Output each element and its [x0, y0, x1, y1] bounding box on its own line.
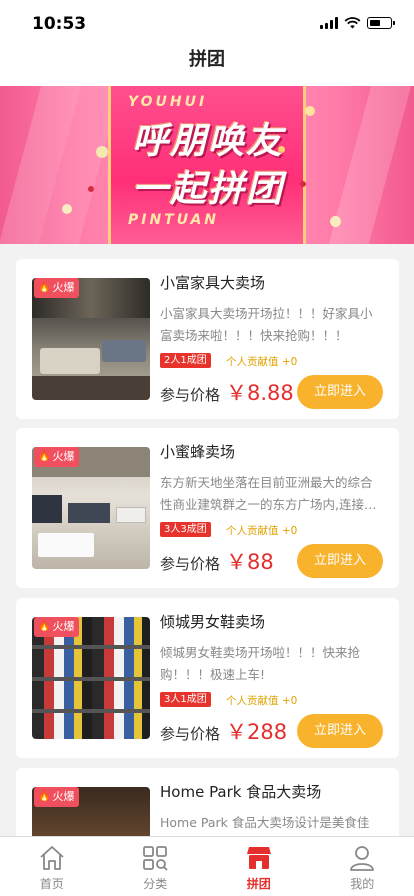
card-title: 倾城男女鞋卖场 [160, 613, 266, 631]
enter-button[interactable]: 立即进入 [297, 375, 383, 409]
banner-en-top: YOUHUI [128, 94, 208, 110]
banner-line-1: 呼朋唤友 [131, 121, 284, 162]
card-title: 小富家具大卖场 [160, 274, 266, 292]
category-icon [143, 846, 168, 871]
wifi-icon [344, 17, 361, 29]
group-size-tag: 2人1成团 [160, 353, 211, 368]
contribution-text: 个人贡献值 +0 [226, 525, 298, 537]
tab-profile[interactable]: 我的 [311, 837, 414, 896]
enter-button[interactable]: 立即进入 [297, 714, 383, 748]
price-value: ￥88 [226, 550, 274, 574]
profile-icon [350, 846, 375, 871]
status-icons [320, 17, 395, 29]
card-description: 东方新天地坐落在目前亚洲最大的综合性商业建筑群之一的东方广场内,连接… [160, 475, 377, 512]
group-shop-icon [246, 847, 271, 869]
banner-line-2: 一起拼团 [131, 169, 284, 210]
tab-home[interactable]: 首页 [0, 837, 104, 896]
price-row: 参与价格 ￥88 [160, 546, 274, 576]
home-icon [40, 846, 64, 870]
card-image: 🔥 火爆 [32, 447, 150, 569]
promo-banner[interactable]: YOUHUI 呼朋唤友 一起拼团 PINTUAN [0, 86, 414, 244]
nav-bar: 拼团 [0, 44, 414, 86]
card-image: 🔥 火爆 [32, 278, 150, 400]
card-title: Home Park 食品大卖场 [160, 783, 322, 801]
enter-button[interactable]: 立即进入 [297, 544, 383, 578]
tab-label: 我的 [350, 877, 375, 891]
banner-en-bottom: PINTUAN [128, 212, 220, 228]
price-label: 参与价格 [160, 725, 221, 743]
price-row: 参与价格 ￥288 [160, 716, 287, 746]
hot-badge: 🔥 火爆 [34, 278, 80, 298]
hot-badge: 🔥 火爆 [34, 617, 80, 637]
group-size-tag: 3人3成团 [160, 522, 211, 537]
status-time: 10:53 [32, 14, 87, 34]
contribution-text: 个人贡献值 +0 [226, 695, 298, 707]
card-description: 倾城男女鞋卖场开场啦！！！快来抢购！！！极速上车! [160, 645, 361, 682]
battery-icon [367, 17, 395, 29]
tab-group-buy[interactable]: 拼团 [207, 837, 311, 896]
contribution-text: 个人贡献值 +0 [226, 356, 298, 368]
group-card[interactable]: 🔥 火爆 小蜜蜂卖场 东方新天地坐落在目前亚洲最大的综合性商业建筑群之一的东方广场… [16, 428, 399, 588]
card-image: 🔥 火爆 [32, 617, 150, 739]
page-title: 拼团 [189, 49, 225, 70]
tab-label: 拼团 [246, 877, 271, 891]
price-value: ￥288 [226, 720, 288, 744]
group-size-tag: 3人1成团 [160, 692, 211, 707]
price-row: 参与价格 ￥8.88 [160, 377, 294, 407]
cellular-signal-icon [320, 17, 338, 29]
hot-badge: 🔥 火爆 [34, 447, 80, 467]
card-description: 小富家具大卖场开场拉！！！好家具小富卖场来啦！！！快来抢购！！！ [160, 306, 373, 343]
tab-label: 分类 [143, 877, 168, 891]
price-label: 参与价格 [160, 386, 221, 404]
group-card[interactable]: 🔥 火爆 小富家具大卖场 小富家具大卖场开场拉！！！好家具小富卖场来啦！！！快来抢… [16, 259, 399, 419]
group-card[interactable]: 🔥 火爆 倾城男女鞋卖场 倾城男女鞋卖场开场啦！！！快来抢购！！！极速上车! 3人… [16, 598, 399, 758]
tab-label: 首页 [39, 877, 64, 891]
tab-category[interactable]: 分类 [104, 837, 208, 896]
price-value: ￥8.88 [226, 381, 294, 405]
card-title: 小蜜蜂卖场 [160, 443, 236, 461]
status-bar: 10:53 [0, 0, 414, 44]
tab-bar: 首页 分类 拼团 我的 [0, 836, 414, 896]
price-label: 参与价格 [160, 555, 221, 573]
hot-badge: 🔥 火爆 [34, 787, 80, 807]
